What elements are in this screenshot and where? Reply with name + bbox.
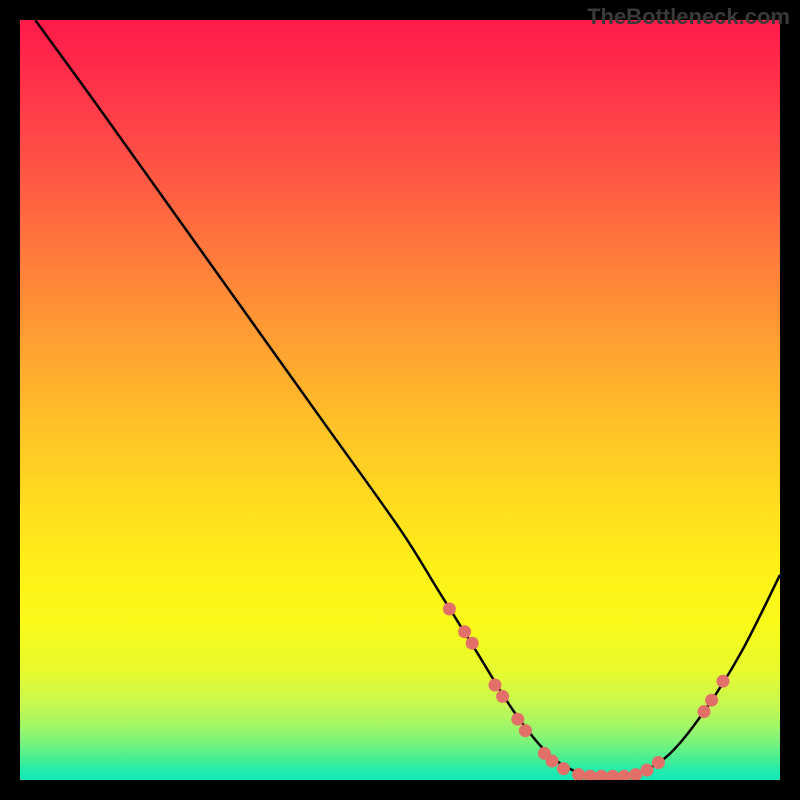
bottleneck-curve	[35, 20, 780, 779]
marker-dot	[595, 770, 608, 780]
marker-dot	[584, 770, 597, 780]
watermark-text: TheBottleneck.com	[587, 4, 790, 30]
marker-dot	[511, 713, 524, 726]
marker-dot	[466, 637, 479, 650]
plot-area	[20, 20, 780, 780]
marker-dot	[546, 755, 559, 768]
highlight-markers	[443, 603, 730, 781]
marker-dot	[557, 762, 570, 775]
chart-svg	[20, 20, 780, 780]
marker-dot	[606, 770, 619, 780]
marker-dot	[698, 705, 711, 718]
marker-dot	[443, 603, 456, 616]
marker-dot	[652, 756, 665, 769]
marker-dot	[458, 625, 471, 638]
marker-dot	[519, 724, 532, 737]
marker-dot	[489, 679, 502, 692]
marker-dot	[618, 770, 631, 780]
marker-dot	[705, 694, 718, 707]
marker-dot	[496, 690, 509, 703]
marker-dot	[641, 764, 654, 777]
marker-dot	[629, 768, 642, 780]
marker-dot	[717, 675, 730, 688]
